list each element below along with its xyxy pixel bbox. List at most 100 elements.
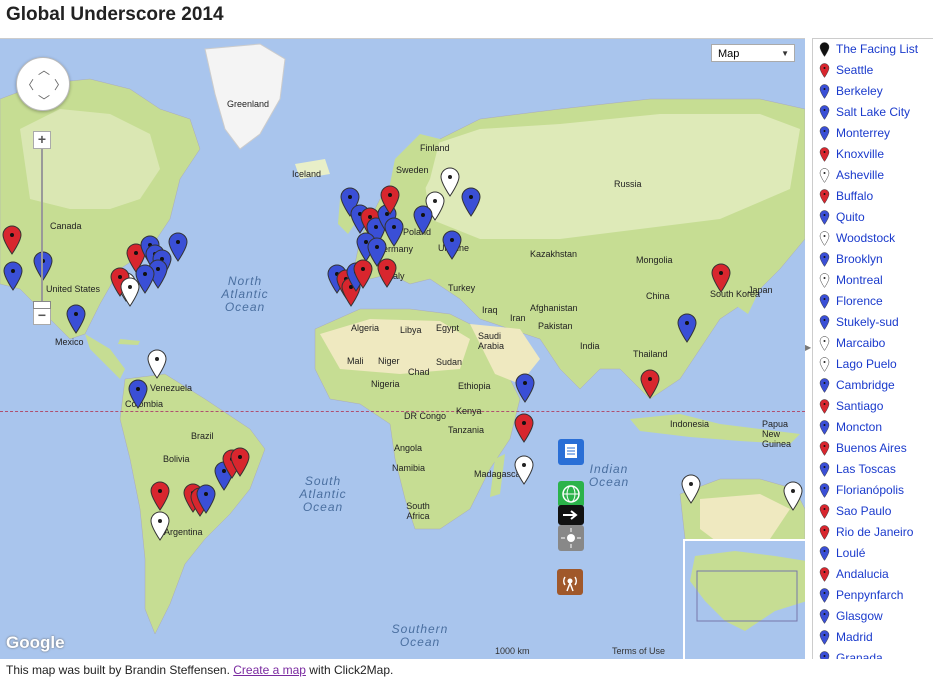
sidebar-toggle-icon[interactable]: ▶ (805, 343, 811, 352)
sidebar-item-location[interactable]: Cambridge (813, 375, 933, 396)
sidebar-item-location[interactable]: Andalucia (813, 564, 933, 585)
notes-tool-icon[interactable] (558, 439, 584, 465)
overview-map[interactable] (683, 539, 805, 659)
label-tanzania: Tanzania (448, 425, 485, 435)
sidebar-item-location[interactable]: Quito (813, 207, 933, 228)
map-marker-blue[interactable] (196, 484, 216, 514)
sun-tool-icon[interactable] (558, 525, 584, 551)
globe-tool-icon[interactable] (558, 481, 584, 507)
sidebar-item-location[interactable]: Berkeley (813, 81, 933, 102)
arrow-tool-icon[interactable] (558, 505, 584, 525)
label-finland: Finland (420, 143, 450, 153)
map-pin-icon (819, 399, 830, 414)
pan-right-icon[interactable]: 〉 (54, 76, 66, 93)
map-marker-red[interactable] (230, 447, 250, 477)
sidebar-item-label: Buenos Aires (836, 441, 907, 455)
map-marker-white[interactable] (681, 474, 701, 504)
sidebar-item-location[interactable]: Granada (813, 648, 933, 659)
map-marker-red[interactable] (514, 413, 534, 443)
map-marker-blue[interactable] (413, 205, 433, 235)
zoom-slider-track[interactable] (41, 149, 43, 293)
sidebar-item-location[interactable]: Buenos Aires (813, 438, 933, 459)
sidebar-item-location[interactable]: Brooklyn (813, 249, 933, 270)
sidebar-item-location[interactable]: Knoxville (813, 144, 933, 165)
sidebar-item-location[interactable]: Loulé (813, 543, 933, 564)
map-marker-white[interactable] (514, 455, 534, 485)
sidebar-item-location[interactable]: Salt Lake City (813, 102, 933, 123)
sidebar-item-location[interactable]: Florence (813, 291, 933, 312)
sidebar-item-location[interactable]: Montreal (813, 270, 933, 291)
world-map[interactable]: Greenland Iceland Sweden Finland Russia … (0, 38, 805, 659)
map-marker-white[interactable] (147, 349, 167, 379)
map-marker-blue[interactable] (66, 304, 86, 334)
map-marker-blue[interactable] (168, 232, 188, 262)
map-marker-blue[interactable] (384, 217, 404, 247)
zoom-control: + − (33, 131, 51, 325)
map-pin-icon (819, 588, 830, 603)
sidebar-item-location[interactable]: Glasgow (813, 606, 933, 627)
sidebar-item-location[interactable]: Monterrey (813, 123, 933, 144)
sidebar-item-label: Marcaibo (836, 336, 886, 350)
map-marker-red[interactable] (640, 369, 660, 399)
broadcast-tool-icon[interactable] (557, 569, 583, 595)
map-marker-white[interactable] (783, 481, 803, 511)
label-kazakhstan: Kazakhstan (530, 249, 578, 259)
page-title: Global Underscore 2014 (6, 4, 224, 25)
label-algeria: Algeria (351, 323, 380, 333)
sidebar-item-location[interactable]: Rio de Janeiro (813, 522, 933, 543)
zoom-slider-handle[interactable] (33, 301, 51, 309)
sidebar-item-location[interactable]: Florianópolis (813, 480, 933, 501)
map-pin-icon (819, 315, 830, 330)
maptype-select[interactable]: Map ▼ (711, 44, 795, 62)
zoom-in-button[interactable]: + (33, 131, 51, 149)
pan-up-icon[interactable]: ︿ (38, 61, 50, 78)
map-marker-blue[interactable] (3, 261, 23, 291)
label-ethiopia: Ethiopia (458, 381, 491, 391)
map-marker-red[interactable] (150, 481, 170, 511)
sidebar-item-location[interactable]: Woodstock (813, 228, 933, 249)
map-marker-blue[interactable] (461, 187, 481, 217)
terms-link[interactable]: Terms of Use (612, 646, 665, 656)
map-marker-blue[interactable] (677, 313, 697, 343)
sidebar-item-location[interactable]: Moncton (813, 417, 933, 438)
map-pin-icon (819, 231, 830, 246)
zoom-out-button[interactable]: − (33, 307, 51, 325)
map-marker-blue[interactable] (128, 379, 148, 409)
map-marker-white[interactable] (120, 277, 140, 307)
sidebar-item-location[interactable]: Santiago (813, 396, 933, 417)
sidebar-item-label: Madrid (836, 630, 873, 644)
map-marker-white[interactable] (440, 167, 460, 197)
equator-line (0, 411, 805, 412)
sidebar-item-location[interactable]: Madrid (813, 627, 933, 648)
map-pin-icon (819, 189, 830, 204)
map-marker-red[interactable] (353, 259, 373, 289)
map-pin-icon (819, 462, 830, 477)
sidebar-item-location[interactable]: Buffalo (813, 186, 933, 207)
facing-list-link[interactable]: The Facing List (813, 39, 933, 60)
sidebar-item-location[interactable]: Sao Paulo (813, 501, 933, 522)
map-marker-white[interactable] (150, 511, 170, 541)
pan-left-icon[interactable]: 〈 (22, 76, 34, 93)
sidebar-item-location[interactable]: Las Toscas (813, 459, 933, 480)
sidebar-item-location[interactable]: Stukely-sud (813, 312, 933, 333)
sidebar-item-location[interactable]: Lago Puelo (813, 354, 933, 375)
sidebar-item-location[interactable]: Asheville (813, 165, 933, 186)
label-sweden: Sweden (396, 165, 429, 175)
label-dr-congo: DR Congo (404, 411, 447, 421)
map-marker-red[interactable] (377, 258, 397, 288)
pan-control[interactable]: ︿ ﹀ 〈 〉 (16, 57, 70, 111)
map-pin-icon (819, 504, 830, 519)
sidebar-item-location[interactable]: Penpynfarch (813, 585, 933, 606)
label-indonesia: Indonesia (670, 419, 710, 429)
map-marker-red[interactable] (380, 185, 400, 215)
pan-down-icon[interactable]: ﹀ (38, 92, 50, 109)
sidebar-item-location[interactable]: Marcaibo (813, 333, 933, 354)
sidebar-item-location[interactable]: Seattle (813, 60, 933, 81)
create-map-link[interactable]: Create a map (233, 663, 306, 677)
sidebar-item-label: Salt Lake City (836, 105, 911, 119)
map-marker-blue[interactable] (442, 230, 462, 260)
map-marker-blue[interactable] (515, 373, 535, 403)
map-marker-red[interactable] (2, 225, 22, 255)
sidebar-item-label: The Facing List (836, 42, 919, 56)
map-marker-red[interactable] (711, 263, 731, 293)
